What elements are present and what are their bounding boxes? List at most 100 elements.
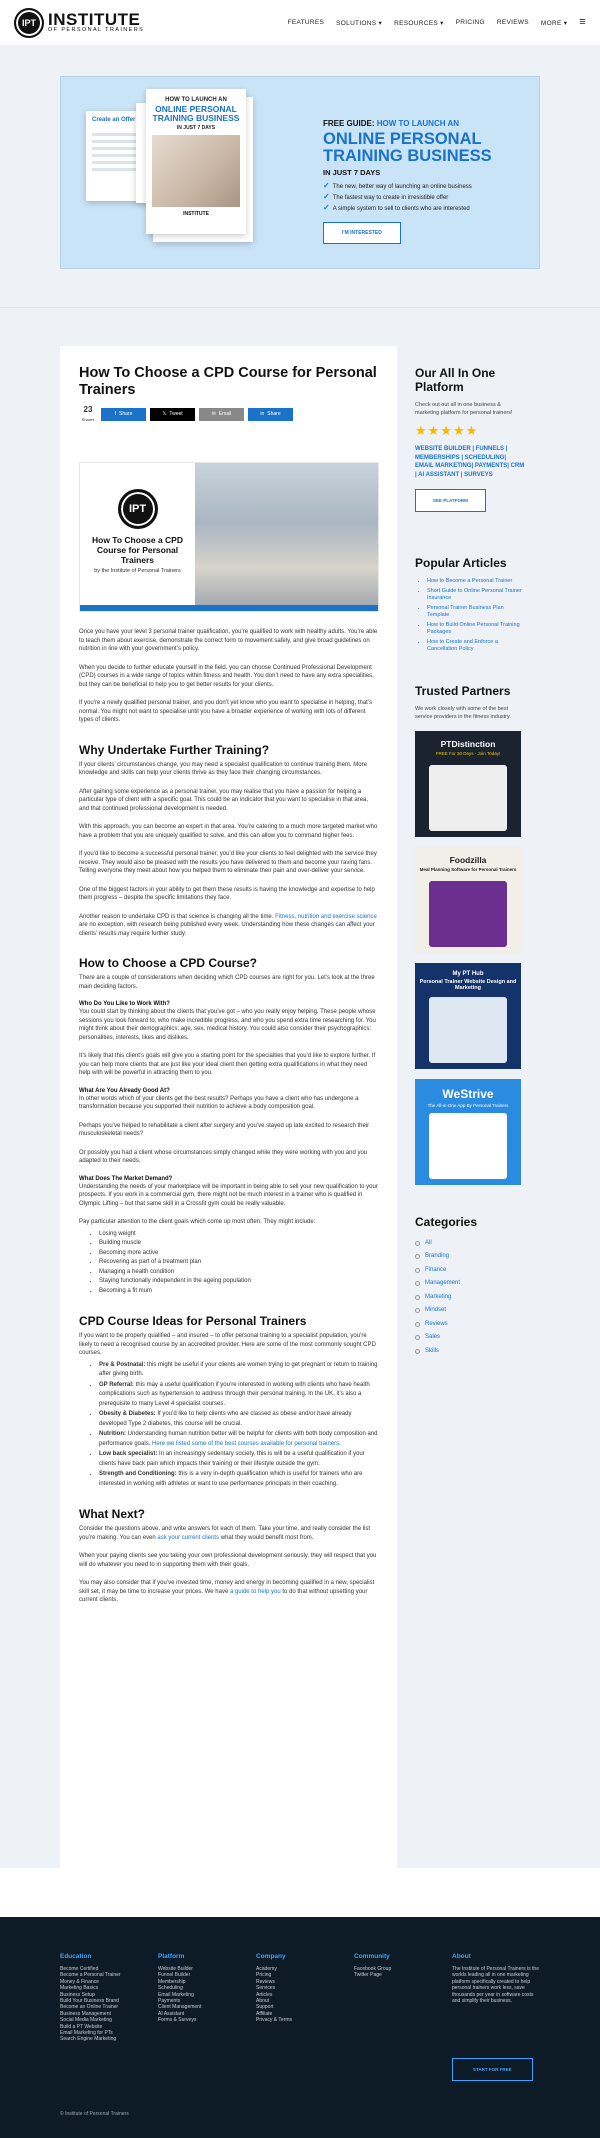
category-link[interactable]: Finance [415,1264,526,1278]
paragraph: It’s likely that this client’s goals wil… [79,1053,376,1076]
rating-stars-icon: ★★★★★ [415,423,479,438]
site-logo[interactable]: IPT INSTITUTE OF PERSONAL TRAINERS [14,7,145,38]
category-link[interactable]: Reviews [415,1318,526,1332]
site-footer: Education Become Certified Become a Pers… [0,1917,600,2138]
paragraph: If you want to be properly qualified – a… [79,1333,376,1356]
nav-more[interactable]: MORE ▾ [541,19,567,27]
list-item: Becoming a fit mum [99,1287,379,1297]
linkedin-share-button[interactable]: in Share [248,407,293,421]
nav-solutions[interactable]: SOLUTIONS ▾ [336,19,382,27]
cover-title: ONLINE PERSONAL TRAINING BUSINESS [152,104,240,123]
footer-link[interactable]: Twitter Page [354,1972,434,1978]
paragraph: Another reason to undertake CPD is that … [79,913,377,937]
partner-ad-westrive[interactable]: WeStrive The All-in-One App By Personal T… [415,1078,521,1185]
sub-heading: What Are You Already Good At? [79,1087,170,1094]
article-title: How To Choose a CPD Course for Personal … [79,365,377,398]
popular-article-link[interactable]: Short Guide to Online Personal Trainer I… [427,588,526,603]
sub-heading: Who Do You Like to Work With? [79,1001,170,1007]
main-nav: FEATURES SOLUTIONS ▾ RESOURCES ▾ PRICING… [288,16,586,27]
paragraph: Consider the questions above, and write … [79,1526,371,1541]
pricing-guide-link[interactable]: a guide to help you [230,1589,281,1595]
facebook-share-button[interactable]: f Share [101,407,146,421]
paragraph: After gaining some experience as a perso… [79,788,369,812]
x-icon: 𝕏 [162,411,167,417]
article: How To Choose a CPD Course for Personal … [60,346,397,1876]
paragraph: Pay particular attention to the client g… [79,1219,316,1225]
promo-section: Create an Offer HOW TO LAUNCH AN ONLINE … [0,46,600,308]
start-for-free-button[interactable]: START FOR FREE [452,2058,533,2081]
email-icon: ✉ [211,411,216,417]
popular-article-link[interactable]: Personal Trainer Business Plan Template [427,605,526,620]
paragraph: Once you have your level 3 personal trai… [79,629,378,652]
share-count: 23 Shares [81,405,95,422]
footer-col-company: Company Academy Pricing Reviews Services… [256,1953,336,2024]
list-item: Recovering as part of a treatment plan [99,1258,379,1268]
radio-icon [415,1335,420,1341]
logo-badge: IPT [14,7,44,38]
hero-accent-bar [80,605,378,611]
menu-icon[interactable]: ≡ [579,16,586,27]
list-item: Losing weight [99,1230,379,1240]
paragraph: If you’re a newly qualified personal tra… [79,700,373,723]
category-link[interactable]: Marketing [415,1291,526,1305]
interested-button[interactable]: I'M INTERESTED [323,222,401,244]
facebook-icon: f [114,411,117,417]
check-icon: ✓ [323,203,330,212]
popular-article-link[interactable]: How to Build Online Personal Training Pa… [427,622,526,637]
twitter-share-button[interactable]: 𝕏 Tweet [150,407,195,421]
categories-heading: Categories [415,1214,478,1229]
ask-clients-link[interactable]: ask your current clients [157,1535,219,1541]
category-link[interactable]: All [415,1237,526,1251]
partner-ad-mypthub[interactable]: My PT Hub Personal Trainer Website Design… [415,962,521,1069]
category-link[interactable]: Skills [415,1345,526,1359]
banner-checklist: ✓ The new, better way of launching an onl… [323,181,533,214]
check-icon: ✓ [323,192,330,201]
list-item: Strength and Conditioning: this is a ver… [99,1470,379,1489]
hero-image: IPT How To Choose a CPD Course for Perso… [79,462,379,612]
radio-icon [415,1240,420,1246]
radio-icon [415,1267,420,1273]
category-link[interactable]: Sales [415,1331,526,1345]
see-platform-button[interactable]: SEE PLATFORM [415,489,486,512]
section-heading: How to Choose a CPD Course? [79,956,258,970]
list-item: Obesity & Diabetes: If you’d like to hel… [99,1410,379,1429]
guide-link[interactable]: HOW TO LAUNCH AN [377,119,459,128]
category-link[interactable]: Branding [415,1250,526,1264]
paragraph: You may also consider that if you’ve inv… [79,1580,375,1603]
logo-subtitle: OF PERSONAL TRAINERS [48,27,145,33]
popular-article-link[interactable]: How to Become a Personal Trainer [427,578,526,586]
paragraph: With this approach, you can become an ex… [79,824,378,839]
share-bar: 23 Shares f Share 𝕏 Tweet ✉ Email in Share [79,405,379,423]
radio-icon [415,1254,420,1260]
radio-icon [415,1294,420,1300]
linkedin-icon: in [260,411,265,417]
footer-link[interactable]: Privacy & Terms [256,2017,336,2023]
category-link[interactable]: Management [415,1277,526,1291]
partner-ad-foodzilla[interactable]: Foodzilla Meal Planning Software for Pers… [415,846,521,953]
nav-resources[interactable]: RESOURCES ▾ [394,19,444,27]
footer-col-about: About The Institute of Personal Trainers… [452,1953,542,2004]
categories-list: All Branding Finance Management Marketin… [415,1237,526,1359]
partner-ad-ptdistinction[interactable]: PTDistinction FREE For 30 Days - Join Tod… [415,730,521,837]
footer-link[interactable]: Search Engine Marketing [60,2036,150,2042]
nutrition-courses-link[interactable]: Here we listed some of the best courses … [152,1441,341,1447]
science-link[interactable]: Fitness, nutrition and exercise science [275,914,377,920]
logo-title: INSTITUTE [48,10,141,29]
category-link[interactable]: Mindset [415,1304,526,1318]
nav-reviews[interactable]: REVIEWS [497,19,529,27]
popular-article-link[interactable]: How to Create and Enforce a Cancellation… [427,639,526,654]
nav-pricing[interactable]: PRICING [456,19,485,27]
nav-features[interactable]: FEATURES [288,19,325,27]
paragraph: In other words which of your clients get… [79,1095,359,1111]
radio-icon [415,1281,420,1287]
section-heading: CPD Course Ideas for Personal Trainers [79,1314,307,1328]
list-item: Nutrition: Understanding human nutrition… [99,1430,379,1449]
email-share-button[interactable]: ✉ Email [199,407,244,421]
hero-photo [195,463,378,611]
paragraph: When your paying clients see you taking … [79,1553,377,1568]
guide-prefix: FREE GUIDE: [323,119,377,128]
section-heading: What Next? [79,1507,145,1521]
hero-title: How To Choose a CPD Course for Personal … [92,535,183,565]
list-item: Low back specialist: In an increasingly … [99,1450,379,1469]
footer-link[interactable]: Forms & Surveys [158,2017,238,2023]
